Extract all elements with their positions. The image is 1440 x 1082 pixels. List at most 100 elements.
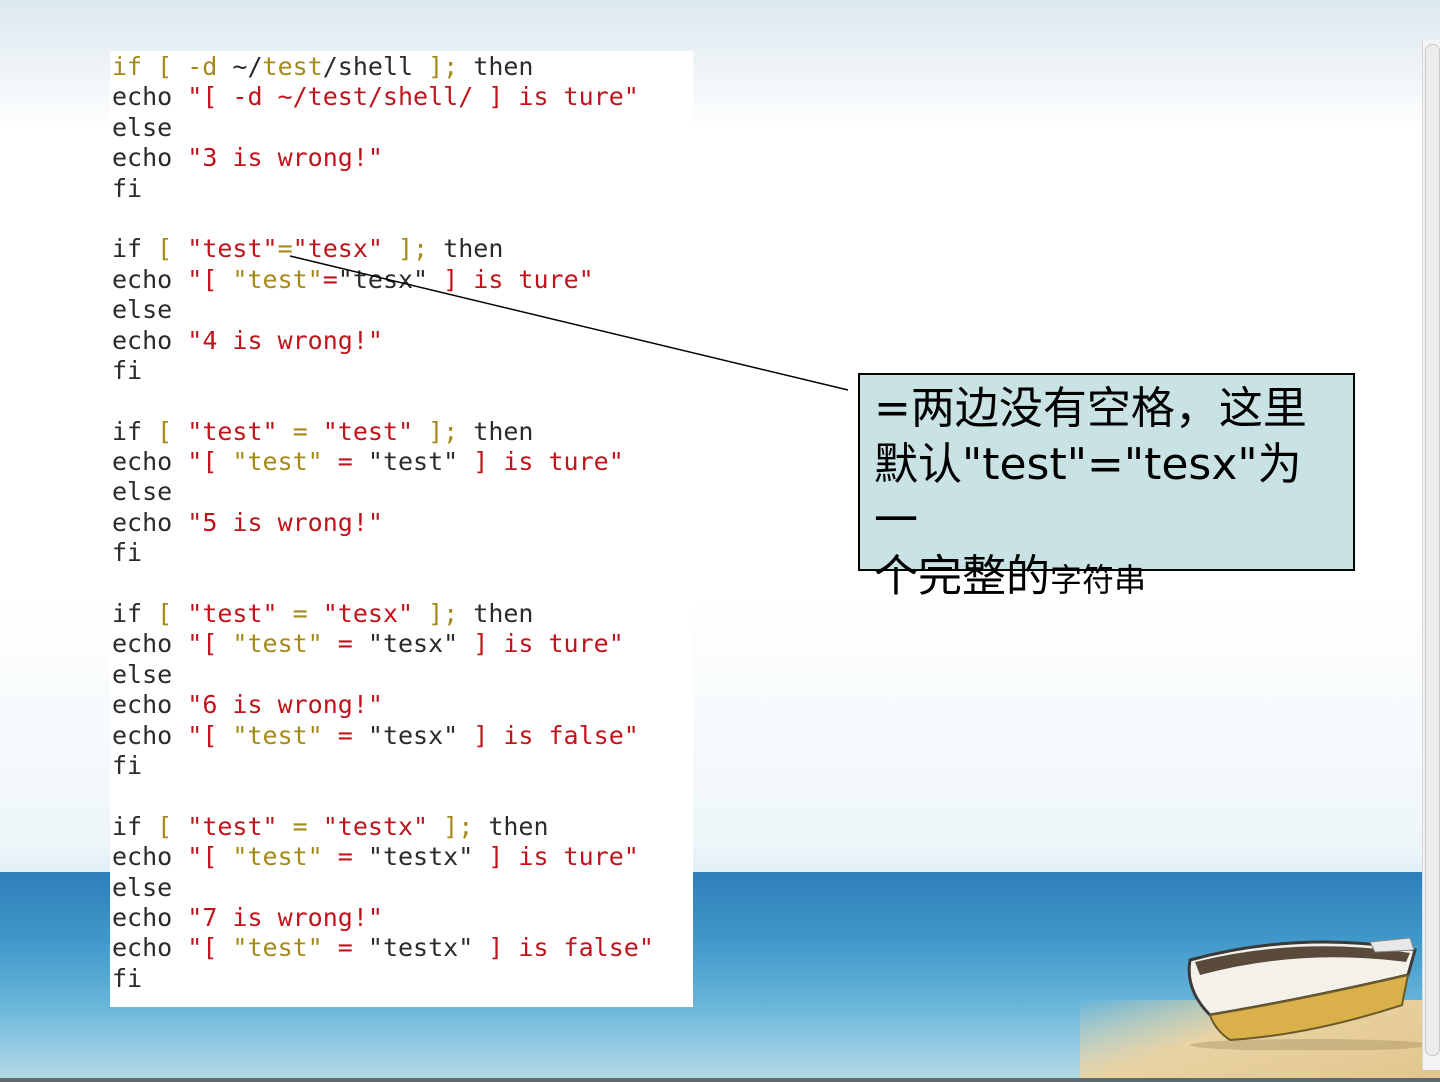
code-token: "tesx" [367,629,459,659]
callout-line-3-main: 个完整的 [874,551,1050,602]
code-token: = [322,264,338,294]
code-token: fi [112,173,143,203]
boat-image [1187,937,1430,1050]
code-token: "test" [187,416,278,446]
code-token: "test" [322,416,414,446]
code-token: ] is ture" [473,842,639,872]
code-token: = [322,720,368,750]
code-token: "3 is wrong!" [187,143,383,173]
code-token: else [112,112,173,142]
code-token: if [112,234,158,264]
code-token: echo [112,720,188,750]
code-token: [ [157,416,188,446]
code-token: "5 is wrong!" [187,507,383,537]
code-token: "test" [187,234,278,264]
code-line: echo "4 is wrong!" [112,326,654,356]
code-token: "[ [187,264,233,294]
code-token: "test" [232,933,323,963]
code-token: fi [112,538,143,568]
code-token: echo [112,447,188,477]
code-token: ] is false" [473,933,654,963]
code-token: "[ [187,447,233,477]
code-line: if [ "test"="tesx" ]; then [112,234,654,264]
vertical-scrollbar[interactable] [1422,40,1440,1070]
code-line: echo "7 is wrong!" [112,903,654,933]
code-token: = [322,842,368,872]
code-token: else [112,872,173,902]
code-token: echo [112,933,188,963]
code-token: then [488,811,549,841]
code-token: ] is ture" [428,264,594,294]
code-token: echo [112,325,188,355]
code-token: "test" [232,842,323,872]
code-token: ]; [428,811,489,841]
code-token: = [277,599,323,629]
code-token: echo [112,143,188,173]
code-token: ]; [413,416,474,446]
code-line: echo "5 is wrong!" [112,508,654,538]
code-line: echo "[ "test"="tesx" ] is ture" [112,265,654,295]
code-token: ] is ture" [458,629,624,659]
code-token: "test" [232,447,323,477]
code-line: else [112,873,654,903]
code-token: "tesx" [292,234,383,264]
code-token: ] is false" [458,720,639,750]
code-token: "7 is wrong!" [187,902,383,932]
code-token: ~/ [232,52,263,81]
code-token: "4 is wrong!" [187,325,383,355]
scrollbar-thumb[interactable] [1425,44,1440,1056]
code-token: "test" [232,629,323,659]
code-token: "[ [187,842,233,872]
code-token: "test" [232,720,323,750]
code-token: = [277,234,293,264]
code-token: if [112,599,158,629]
code-token: else [112,659,173,689]
code-token: then [473,599,534,629]
code-line: else [112,477,654,507]
code-line: echo "[ -d ~/test/shell/ ] is ture" [112,82,654,112]
code-token: then [443,234,504,264]
code-line: echo "6 is wrong!" [112,690,654,720]
code-token: "tesx" [337,264,429,294]
code-token: "testx" [367,933,474,963]
code-line: if [ "test" = "test" ]; then [112,417,654,447]
code-line: if [ "test" = "tesx" ]; then [112,599,654,629]
code-token: "[ [187,629,233,659]
code-token: = [277,416,323,446]
code-token: fi [112,963,143,993]
code-token: echo [112,507,188,537]
code-line: echo "[ "test" = "testx" ] is false" [112,933,654,963]
code-line: fi [112,538,654,568]
code-token: "test" [187,599,278,629]
code-token: "test" [367,447,459,477]
code-token: "testx" [367,842,474,872]
callout-line-1: =两边没有空格，这里 [874,383,1307,434]
code-line: fi [112,964,654,994]
code-token: echo [112,902,188,932]
code-token: "[ [187,933,233,963]
code-token: else [112,295,173,325]
code-token: ] is ture" [458,447,624,477]
callout-line-3: 个完整的字符串 [874,549,1339,608]
code-token: then [473,52,534,81]
shell-code-block: if [ -d ~/test/shell ]; then echo "[ -d ~… [112,52,654,994]
code-line: echo "[ "test" = "tesx" ] is ture" [112,629,654,659]
code-token: "[ -d ~/test/shell/ ] is ture" [187,82,639,112]
code-token: "tesx" [322,599,414,629]
code-token: "6 is wrong!" [187,690,383,720]
code-token: = [322,447,368,477]
code-token: = [322,933,368,963]
code-token: /shell [322,52,429,81]
code-line: echo "[ "test" = "tesx" ] is false" [112,721,654,751]
code-token: [ [157,234,188,264]
code-line: else [112,660,654,690]
code-line: else [112,295,654,325]
code-line: echo "3 is wrong!" [112,143,654,173]
code-line: if [ "test" = "testx" ]; then [112,812,654,842]
code-line: else [112,113,654,143]
code-token: "testx" [322,811,429,841]
